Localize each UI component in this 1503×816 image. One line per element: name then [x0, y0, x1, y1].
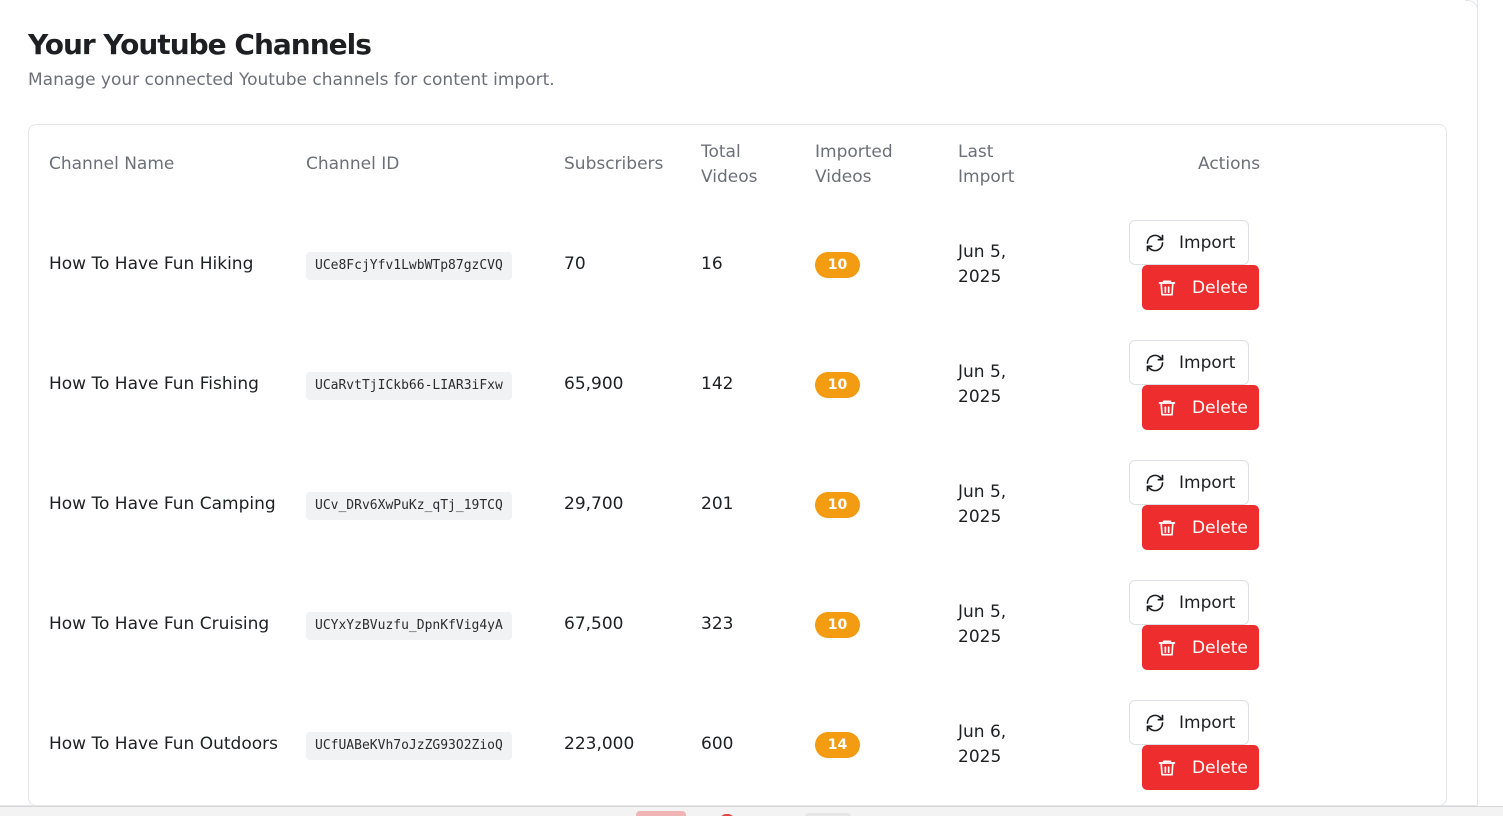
import-label: Import — [1179, 712, 1236, 733]
refresh-icon — [1145, 593, 1165, 613]
total-videos-count: 600 — [701, 734, 734, 754]
page-title: Your Youtube Channels — [28, 28, 372, 61]
channels-table: Channel Name Channel ID Subscribers Tota… — [28, 124, 1447, 806]
last-import-date-line2: 2025 — [958, 747, 1002, 767]
header-total-videos-line1: Total — [701, 142, 741, 162]
header-channel-id: Channel ID — [306, 154, 400, 174]
import-label: Import — [1179, 472, 1236, 493]
channel-name: How To Have Fun Hiking — [49, 254, 254, 274]
last-import-date: Jun 5, 2025 — [958, 240, 1006, 290]
last-import-date-line1: Jun 6, — [958, 722, 1007, 742]
header-imported-videos-line2: Videos — [815, 167, 872, 187]
refresh-icon — [1145, 353, 1165, 373]
import-button[interactable]: Import — [1129, 580, 1249, 625]
last-import-date: Jun 5, 2025 — [958, 480, 1006, 530]
page-margin — [1478, 0, 1503, 806]
header-actions: Actions — [1198, 154, 1261, 174]
channel-id-chip: UCaRvtTjICkb66-LIAR3iFxw — [306, 372, 512, 400]
page-subtitle: Manage your connected Youtube channels f… — [28, 70, 555, 90]
refresh-icon — [1145, 713, 1165, 733]
trash-icon — [1157, 638, 1177, 658]
table-row: How To Have Fun Cruising UCYxYzBVuzfu_Dpn… — [29, 565, 1446, 685]
import-label: Import — [1179, 592, 1236, 613]
delete-label: Delete — [1192, 637, 1248, 658]
last-import-date: Jun 5, 2025 — [958, 360, 1006, 410]
subscribers-count: 223,000 — [564, 734, 635, 754]
delete-label: Delete — [1192, 397, 1248, 418]
import-button[interactable]: Import — [1129, 700, 1249, 745]
last-import-date-line2: 2025 — [958, 387, 1002, 407]
channel-id-chip: UCfUABeKVh7oJzZG93O2ZioQ — [306, 732, 512, 760]
table-row: How To Have Fun Hiking UCe8FcjYfv1LwbWTp8… — [29, 205, 1446, 325]
last-import-date: Jun 6, 2025 — [958, 720, 1006, 770]
import-label: Import — [1179, 232, 1236, 253]
imported-videos-badge: 10 — [815, 372, 860, 398]
channel-id-chip: UCe8FcjYfv1LwbWTp87gzCVQ — [306, 252, 512, 280]
imported-videos-badge: 10 — [815, 492, 860, 518]
header-channel-name: Channel Name — [49, 154, 175, 174]
last-import-date-line1: Jun 5, — [958, 482, 1007, 502]
header-imported-videos: Imported Videos — [815, 140, 893, 190]
subscribers-count: 70 — [564, 254, 586, 274]
delete-button[interactable]: Delete — [1142, 745, 1259, 790]
channel-name: How To Have Fun Camping — [49, 494, 276, 514]
subscribers-count: 29,700 — [564, 494, 624, 514]
delete-label: Delete — [1192, 277, 1248, 298]
delete-label: Delete — [1192, 757, 1248, 778]
total-videos-count: 201 — [701, 494, 734, 514]
import-button[interactable]: Import — [1129, 220, 1249, 265]
header-last-import-line2: Import — [958, 167, 1015, 187]
refresh-icon — [1145, 233, 1165, 253]
header-last-import: Last Import — [958, 140, 1014, 190]
last-import-date-line2: 2025 — [958, 267, 1002, 287]
trash-icon — [1157, 398, 1177, 418]
refresh-icon — [1145, 473, 1165, 493]
total-videos-count: 323 — [701, 614, 734, 634]
delete-label: Delete — [1192, 517, 1248, 538]
table-row: How To Have Fun Camping UCv_DRv6XwPuKz_qT… — [29, 445, 1446, 565]
trash-icon — [1157, 758, 1177, 778]
trash-icon — [1157, 518, 1177, 538]
channels-page-card: Your Youtube Channels Manage your connec… — [0, 0, 1478, 806]
header-subscribers: Subscribers — [564, 154, 664, 174]
total-videos-count: 16 — [701, 254, 723, 274]
delete-button[interactable]: Delete — [1142, 265, 1259, 310]
trash-icon — [1157, 278, 1177, 298]
last-import-date-line2: 2025 — [958, 627, 1002, 647]
channel-name: How To Have Fun Outdoors — [49, 734, 278, 754]
imported-videos-badge: 14 — [815, 732, 860, 758]
channel-id-chip: UCYxYzBVuzfu_DpnKfVig4yA — [306, 612, 512, 640]
last-import-date-line1: Jun 5, — [958, 602, 1007, 622]
import-button[interactable]: Import — [1129, 340, 1249, 385]
channel-name: How To Have Fun Fishing — [49, 374, 259, 394]
imported-videos-badge: 10 — [815, 612, 860, 638]
subscribers-count: 67,500 — [564, 614, 624, 634]
delete-button[interactable]: Delete — [1142, 505, 1259, 550]
table-row: How To Have Fun Fishing UCaRvtTjICkb66-LI… — [29, 325, 1446, 445]
import-button[interactable]: Import — [1129, 460, 1249, 505]
last-import-date: Jun 5, 2025 — [958, 600, 1006, 650]
table-row: How To Have Fun Outdoors UCfUABeKVh7oJzZG… — [29, 685, 1446, 805]
total-videos-count: 142 — [701, 374, 734, 394]
last-import-date-line1: Jun 5, — [958, 362, 1007, 382]
import-label: Import — [1179, 352, 1236, 373]
delete-button[interactable]: Delete — [1142, 385, 1259, 430]
header-last-import-line1: Last — [958, 142, 994, 162]
bottom-taskbar-edge — [0, 806, 1503, 816]
imported-videos-badge: 10 — [815, 252, 860, 278]
taskbar-item[interactable] — [636, 811, 686, 816]
last-import-date-line1: Jun 5, — [958, 242, 1007, 262]
last-import-date-line2: 2025 — [958, 507, 1002, 527]
channel-name: How To Have Fun Cruising — [49, 614, 270, 634]
header-total-videos-line2: Videos — [701, 167, 758, 187]
subscribers-count: 65,900 — [564, 374, 624, 394]
header-total-videos: Total Videos — [701, 140, 758, 190]
channel-id-chip: UCv_DRv6XwPuKz_qTj_19TCQ — [306, 492, 512, 520]
delete-button[interactable]: Delete — [1142, 625, 1259, 670]
header-imported-videos-line1: Imported — [815, 142, 893, 162]
